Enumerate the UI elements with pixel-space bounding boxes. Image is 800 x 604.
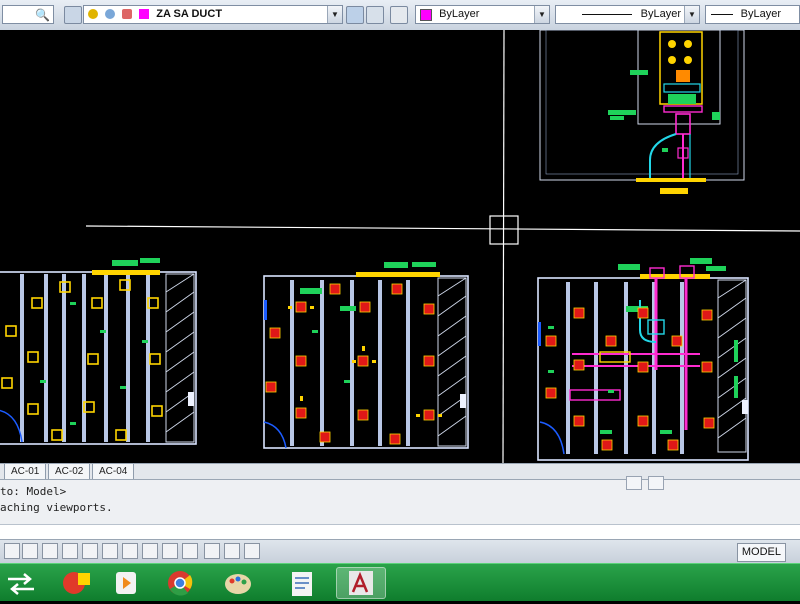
command-input[interactable] bbox=[0, 524, 800, 539]
linetype-preview bbox=[581, 13, 632, 15]
match-layer-icon[interactable] bbox=[366, 6, 384, 24]
chevron-down-icon[interactable]: ▼ bbox=[684, 6, 699, 23]
dyn-toggle[interactable] bbox=[142, 543, 158, 559]
layer-lock-icon bbox=[122, 9, 133, 19]
crosshair-vertical bbox=[502, 30, 505, 463]
color-dropdown[interactable]: ByLayer ▼ bbox=[415, 5, 550, 24]
floor-plan-ac-left bbox=[0, 258, 197, 445]
layer-on-icon bbox=[88, 9, 98, 19]
lineweight-preview bbox=[710, 13, 733, 15]
lineweight-dropdown[interactable]: ByLayer bbox=[705, 5, 800, 24]
otrack-toggle[interactable] bbox=[102, 543, 118, 559]
search-box[interactable]: 🔍 bbox=[2, 5, 54, 24]
document-icon[interactable] bbox=[280, 567, 324, 599]
windows-taskbar bbox=[0, 563, 800, 601]
qp-toggle[interactable] bbox=[182, 543, 198, 559]
layer-state-icon[interactable] bbox=[346, 6, 364, 24]
command-window: to: Model> aching viewports. bbox=[0, 476, 800, 540]
crosshair-horizontal bbox=[85, 225, 800, 232]
color-value: ByLayer bbox=[439, 8, 480, 20]
chevron-down-icon[interactable]: ▼ bbox=[534, 6, 549, 23]
am-toggle[interactable] bbox=[224, 543, 240, 559]
tab-ac-04[interactable]: AC-04 bbox=[92, 464, 135, 480]
player-icon[interactable] bbox=[104, 567, 148, 599]
command-scroll-button[interactable] bbox=[648, 476, 664, 490]
command-history-line: aching viewports. bbox=[0, 501, 113, 514]
polar-toggle[interactable] bbox=[62, 543, 78, 559]
search-icon[interactable]: 🔍 bbox=[35, 7, 50, 23]
color-swatch bbox=[420, 9, 432, 21]
layer-name: ZA SA DUCT bbox=[156, 8, 223, 20]
make-current-icon[interactable] bbox=[390, 6, 408, 24]
tab-ac-02[interactable]: AC-02 bbox=[48, 464, 91, 480]
ahu-room-plan bbox=[539, 30, 745, 194]
layer-freeze-icon bbox=[105, 9, 116, 19]
osnap-toggle[interactable] bbox=[82, 543, 98, 559]
lineweight-value: ByLayer bbox=[740, 8, 781, 20]
tab-ac-01[interactable]: AC-01 bbox=[4, 464, 47, 480]
lwt-toggle[interactable] bbox=[162, 543, 178, 559]
command-scroll-button[interactable] bbox=[626, 476, 642, 490]
layer-properties-icon[interactable] bbox=[64, 6, 82, 24]
linetype-value: ByLayer bbox=[640, 8, 681, 20]
model-space-button[interactable]: MODEL bbox=[736, 543, 786, 562]
drawing-canvas[interactable] bbox=[0, 30, 800, 463]
switch-icon[interactable] bbox=[0, 567, 44, 599]
properties-toolbar: 🔍 ZA SA DUCT ▼ ByLayer ▼ ByLayer ▼ ByLay… bbox=[0, 0, 800, 31]
ortho-toggle[interactable] bbox=[42, 543, 58, 559]
paint-icon[interactable] bbox=[216, 567, 260, 599]
command-history-line: to: Model> bbox=[0, 485, 67, 498]
linetype-dropdown[interactable]: ByLayer ▼ bbox=[555, 5, 700, 24]
layout-tabs: AC-01 AC-02 AC-04 bbox=[0, 463, 800, 480]
chevron-down-icon[interactable]: ▼ bbox=[327, 6, 342, 23]
floor-plan-ac-right bbox=[537, 258, 749, 461]
floor-plan-ac-middle bbox=[263, 262, 469, 449]
grid-toggle[interactable] bbox=[22, 543, 38, 559]
drawing-svg bbox=[0, 30, 800, 463]
layer-color-swatch bbox=[139, 9, 150, 19]
add-icon[interactable] bbox=[244, 543, 260, 559]
chrome-icon[interactable] bbox=[158, 567, 202, 599]
ducs-toggle[interactable] bbox=[122, 543, 138, 559]
layer-dropdown[interactable]: ZA SA DUCT ▼ bbox=[83, 5, 343, 24]
autocad-icon[interactable] bbox=[336, 567, 386, 599]
status-bar: MODEL bbox=[0, 539, 800, 564]
snap-toggle[interactable] bbox=[4, 543, 20, 559]
sc-toggle[interactable] bbox=[204, 543, 220, 559]
media-icon[interactable] bbox=[52, 567, 96, 599]
